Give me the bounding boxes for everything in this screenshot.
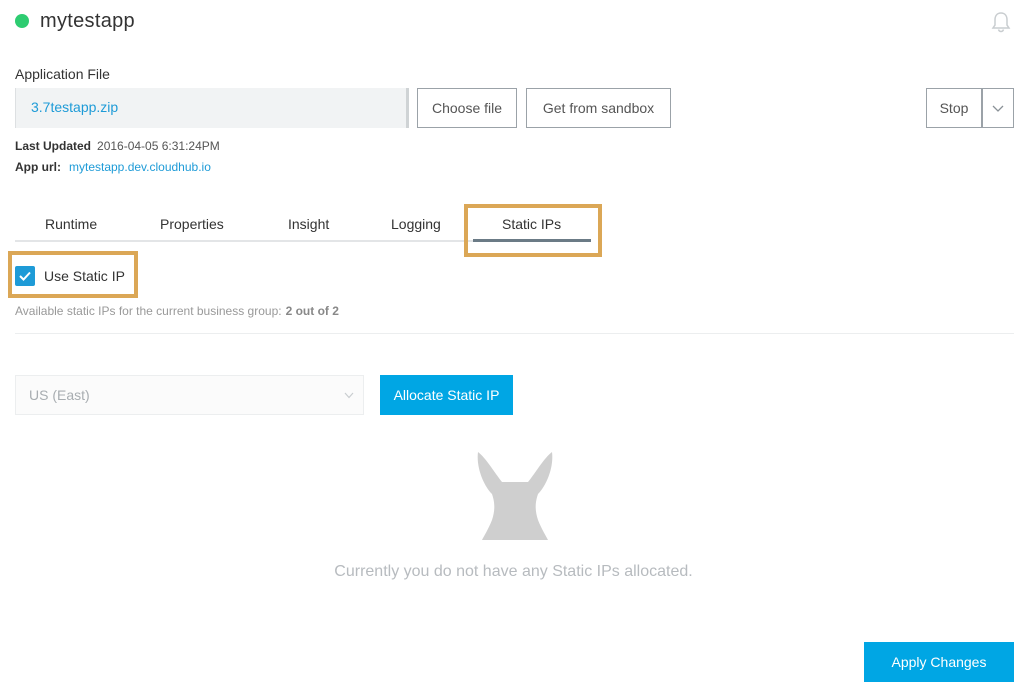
stop-button[interactable]: Stop <box>926 88 982 128</box>
get-from-sandbox-button[interactable]: Get from sandbox <box>526 88 671 128</box>
apply-changes-button[interactable]: Apply Changes <box>864 642 1014 682</box>
app-url-label: App url: <box>15 160 61 174</box>
chevron-down-icon <box>344 392 354 399</box>
checkmark-icon <box>19 271 31 281</box>
tab-insight[interactable]: Insight <box>288 216 329 232</box>
available-ips-text: Available static IPs for the current bus… <box>15 304 339 318</box>
allocate-static-ip-button[interactable]: Allocate Static IP <box>380 375 513 415</box>
tab-logging[interactable]: Logging <box>391 216 441 232</box>
empty-state-mascot-icon <box>472 448 558 540</box>
empty-state-message: Currently you do not have any Static IPs… <box>334 563 693 580</box>
application-file-field[interactable]: 3.7testapp.zip <box>15 88 409 128</box>
tab-static-ips[interactable]: Static IPs <box>502 216 561 232</box>
tab-properties[interactable]: Properties <box>160 216 224 232</box>
application-file-label: Application File <box>15 66 110 82</box>
last-updated-label: Last Updated <box>15 139 92 153</box>
choose-file-button[interactable]: Choose file <box>417 88 517 128</box>
last-updated-row: Last Updated 2016-04-05 6:31:24PM <box>15 139 220 153</box>
app-title: mytestapp <box>40 10 135 32</box>
tabs-baseline <box>15 240 475 242</box>
chevron-down-icon <box>992 105 1004 112</box>
stop-options-dropdown[interactable] <box>982 88 1014 128</box>
bell-icon[interactable] <box>990 11 1012 33</box>
app-status-indicator <box>15 14 29 28</box>
tab-runtime[interactable]: Runtime <box>45 216 97 232</box>
available-ips-count: 2 out of 2 <box>285 304 339 318</box>
active-tab-indicator <box>473 239 591 242</box>
use-static-ip-label: Use Static IP <box>44 268 125 284</box>
app-url-link[interactable]: mytestapp.dev.cloudhub.io <box>69 160 211 174</box>
section-divider <box>15 333 1014 334</box>
use-static-ip-checkbox[interactable] <box>15 266 35 286</box>
last-updated-value: 2016-04-05 6:31:24PM <box>97 139 220 153</box>
available-ips-label: Available static IPs for the current bus… <box>15 304 282 318</box>
region-select[interactable]: US (East) <box>15 375 364 415</box>
region-select-value: US (East) <box>29 387 90 403</box>
app-url-row: App url: mytestapp.dev.cloudhub.io <box>15 160 211 174</box>
